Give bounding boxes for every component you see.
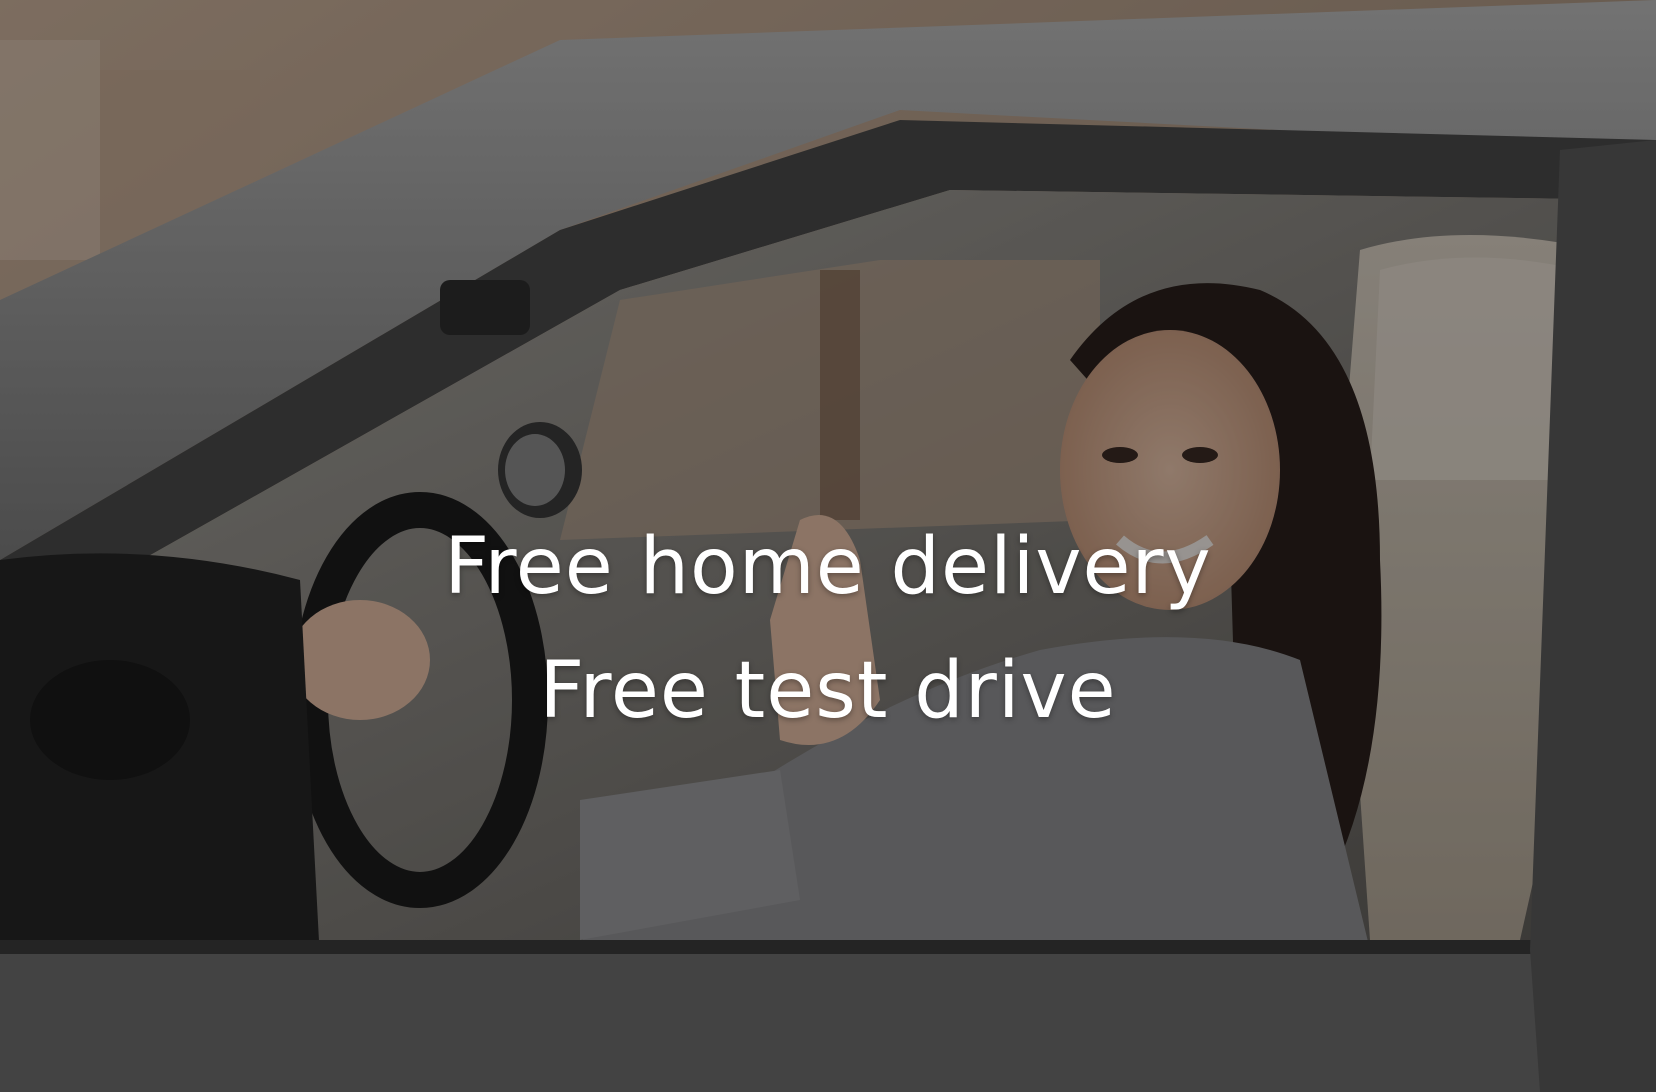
hero-caption: Free home delivery Free test drive [0, 505, 1656, 753]
caption-line-test-drive: Free test drive [539, 646, 1117, 736]
caption-line-delivery: Free home delivery [444, 522, 1212, 612]
hero-banner: Free home delivery Free test drive [0, 0, 1656, 1092]
